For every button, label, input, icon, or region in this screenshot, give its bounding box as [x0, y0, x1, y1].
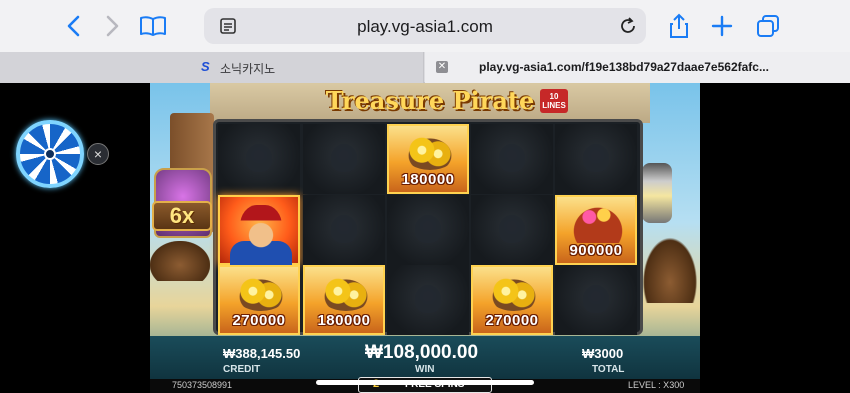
gold-coins-icon [319, 275, 373, 311]
skull-icon [331, 144, 357, 172]
tab-label: 소닉카지노 [220, 62, 276, 76]
lantern-decoration [642, 163, 672, 223]
home-indicator[interactable] [316, 380, 534, 385]
tab-sonic-casino[interactable]: S 소닉카지노 [0, 52, 424, 83]
game-title: Treasure Pirate [325, 86, 535, 115]
address-bar[interactable]: play.vg-asia1.com [204, 8, 646, 44]
browser-toolbar: play.vg-asia1.com [0, 0, 850, 52]
reel-cell-empty [387, 195, 469, 265]
multiplier-badge: 6x [152, 201, 212, 231]
slot-game[interactable]: 6x Treasure Pirate 10 LINES 270000 180000… [150, 83, 700, 393]
reel-cell-empty [555, 124, 637, 194]
credit-label: CREDIT [223, 364, 261, 375]
treasure-chest-icon [569, 203, 627, 243]
reel-cell-chest: 900000 [555, 195, 637, 265]
shipwreck-decoration [150, 241, 210, 281]
skull-icon [499, 215, 525, 243]
skull-icon [583, 285, 609, 313]
lines-badge: 10 LINES [540, 89, 568, 113]
skull-icon [331, 215, 357, 243]
new-tab-icon[interactable] [708, 12, 736, 40]
lines-count: 10 [549, 92, 559, 101]
bookmarks-icon[interactable] [139, 12, 167, 40]
tab-label: play.vg-asia1.com/f19e138bd79a27daae7e56… [479, 60, 769, 74]
reel-cell-coins: 180000 [387, 124, 469, 194]
skull-icon [583, 144, 609, 172]
cell-value: 180000 [317, 312, 371, 329]
tab-bar: S 소닉카지노 play.vg-asia1.com/f19e138bd79a27… [0, 52, 850, 83]
gold-coins-icon [234, 275, 288, 311]
reel-cell-empty [555, 265, 637, 335]
level-text: LEVEL : X300 [628, 380, 685, 390]
skull-icon [415, 285, 441, 313]
win-value: ₩108,000.00 [365, 342, 479, 363]
url-text: play.vg-asia1.com [357, 17, 493, 36]
reel-cell-empty [303, 124, 385, 194]
share-icon[interactable] [665, 12, 693, 40]
site-favicon-icon: S [201, 59, 210, 74]
tab-overview-icon[interactable] [754, 12, 782, 40]
reel-cell-empty [218, 124, 300, 194]
reel-cell-empty [303, 195, 385, 265]
reel-cell-empty [387, 265, 469, 335]
cell-value: 180000 [401, 171, 455, 188]
cell-value: 270000 [232, 312, 286, 329]
reel-cell-empty [471, 195, 553, 265]
back-icon[interactable] [60, 12, 88, 40]
reel-cell-pirate [218, 195, 300, 267]
cell-value: 900000 [569, 242, 623, 259]
reel-cell-empty [471, 124, 553, 194]
total-bet-label: TOTAL [592, 364, 625, 375]
skull-icon [415, 215, 441, 243]
gold-coins-icon [487, 275, 541, 311]
gold-coins-icon [403, 134, 457, 170]
round-id: 750373508991 [172, 380, 233, 390]
reel-grid: 270000 180000 180000 270000 900000 [213, 119, 643, 335]
win-label: WIN [415, 364, 435, 375]
shipwreck-decoration [640, 233, 700, 303]
skull-icon [246, 144, 272, 172]
wheel-hub [44, 148, 56, 160]
skull-icon [499, 144, 525, 172]
credit-value: ₩388,145.50 [223, 346, 301, 361]
reel-cell-coins: 180000 [303, 265, 385, 335]
pirate-icon [240, 205, 282, 257]
lines-label: LINES [542, 101, 566, 110]
reel-cell-coins: 270000 [471, 265, 553, 335]
reload-icon[interactable] [614, 12, 642, 40]
close-icon[interactable]: × [87, 143, 109, 165]
close-tab-icon[interactable]: ✕ [436, 61, 448, 73]
forward-icon[interactable] [98, 12, 126, 40]
tab-game[interactable]: play.vg-asia1.com/f19e138bd79a27daae7e56… [425, 52, 850, 83]
lucky-wheel-widget[interactable] [16, 120, 84, 188]
reel-cell-coins: 270000 [218, 265, 300, 335]
total-bet-value: ₩3000 [582, 346, 624, 361]
cell-value: 270000 [485, 312, 539, 329]
